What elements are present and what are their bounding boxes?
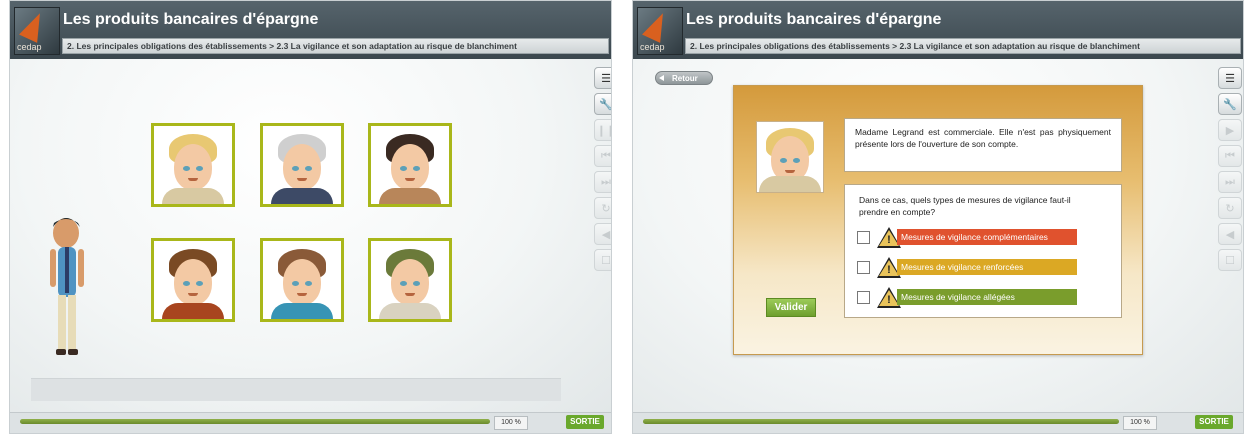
question-text: Dans ce cas, quels types de mesures de v… (859, 195, 1071, 217)
progress-bar (643, 419, 1119, 424)
torso (379, 188, 441, 204)
play-icon[interactable]: ▶ (1218, 119, 1242, 141)
checkbox[interactable] (857, 231, 870, 244)
left-screen: cedap Les produits bancaires d'épargne 2… (9, 0, 612, 434)
toolbar: ☰ 🔧 ❙❙ ⏮ ⏭ ↻ ◀ ☐ (594, 67, 611, 275)
exercise-stage: Madame Legrand est commerciale. Elle n'e… (733, 85, 1143, 355)
replay-icon[interactable]: ↻ (594, 197, 611, 219)
sound-icon[interactable]: ◀ (594, 223, 611, 245)
replay-icon[interactable]: ↻ (1218, 197, 1242, 219)
avatar-card[interactable] (151, 123, 235, 207)
app-title: Les produits bancaires d'épargne (63, 11, 319, 28)
retour-button[interactable]: Retour (655, 71, 713, 85)
app-title: Les produits bancaires d'épargne (686, 11, 942, 28)
avatar-card[interactable] (260, 123, 344, 207)
wrench-icon[interactable]: 🔧 (594, 93, 611, 115)
torso (271, 188, 333, 204)
breadcrumb: 2. Les principales obligations des établ… (685, 38, 1241, 54)
pause-icon[interactable]: ❙❙ (594, 119, 611, 141)
footer: 100 % SORTIE (10, 412, 611, 433)
avatar-card[interactable] (260, 238, 344, 322)
menu-icon[interactable]: ☰ (1218, 67, 1242, 89)
progress-bar (20, 419, 490, 424)
scenario-text: Madame Legrand est commerciale. Elle n'e… (844, 118, 1122, 172)
checkbox[interactable] (857, 261, 870, 274)
face (283, 144, 321, 190)
option-label: Mesures de vigilance complémentaires (897, 229, 1077, 245)
skip-back-icon[interactable]: ⏮ (594, 145, 611, 167)
torso (162, 188, 224, 204)
skip-forward-icon[interactable]: ⏭ (594, 171, 611, 193)
valider-button[interactable]: Valider (766, 298, 816, 317)
face (174, 259, 212, 305)
toolbar: ☰ 🔧 ▶ ⏮ ⏭ ↻ ◀ ☐ (1218, 67, 1242, 275)
progress-percent: 100 % (494, 416, 528, 430)
menu-icon[interactable]: ☰ (594, 67, 611, 89)
cedap-logo: cedap (14, 7, 60, 55)
torso (162, 303, 224, 319)
option-label: Mesures de vigilance allégées (897, 289, 1077, 305)
subtitles-icon[interactable]: ☐ (594, 249, 611, 271)
text-ticker-bar (31, 378, 561, 401)
progress-percent: 100 % (1123, 416, 1157, 430)
skip-forward-icon[interactable]: ⏭ (1218, 171, 1242, 193)
wrench-icon[interactable]: 🔧 (1218, 93, 1242, 115)
subtitles-icon[interactable]: ☐ (1218, 249, 1242, 271)
header: cedap Les produits bancaires d'épargne 2… (10, 1, 611, 59)
torso (379, 303, 441, 319)
face (391, 144, 429, 190)
avatar-card[interactable] (151, 238, 235, 322)
arrow-left-icon (659, 75, 664, 81)
progress-fill (643, 419, 1119, 424)
option-complementaires[interactable]: ! Mesures de vigilance complémentaires (857, 227, 1097, 248)
option-renforcees[interactable]: ! Mesures de vigilance renforcées (857, 257, 1097, 278)
avatar-card[interactable] (368, 238, 452, 322)
face (174, 144, 212, 190)
footer: 100 % SORTIE (633, 412, 1243, 433)
avatar-card[interactable] (368, 123, 452, 207)
option-allegees[interactable]: ! Mesures de vigilance allégées (857, 287, 1097, 308)
face (391, 259, 429, 305)
torso (271, 303, 333, 319)
option-label: Mesures de vigilance renforcées (897, 259, 1077, 275)
sortie-button[interactable]: SORTIE (566, 415, 604, 429)
cedap-logo: cedap (637, 7, 683, 55)
header: cedap Les produits bancaires d'épargne 2… (633, 1, 1243, 59)
character-illustration (42, 211, 92, 361)
progress-fill (20, 419, 490, 424)
madame-legrand-avatar (756, 121, 824, 193)
checkbox[interactable] (857, 291, 870, 304)
right-screen: cedap Les produits bancaires d'épargne 2… (632, 0, 1244, 434)
question-box: Dans ce cas, quels types de mesures de v… (844, 184, 1122, 318)
skip-back-icon[interactable]: ⏮ (1218, 145, 1242, 167)
sortie-button[interactable]: SORTIE (1195, 415, 1233, 429)
sound-icon[interactable]: ◀ (1218, 223, 1242, 245)
face (283, 259, 321, 305)
breadcrumb: 2. Les principales obligations des établ… (62, 38, 609, 54)
content-area (10, 59, 611, 413)
